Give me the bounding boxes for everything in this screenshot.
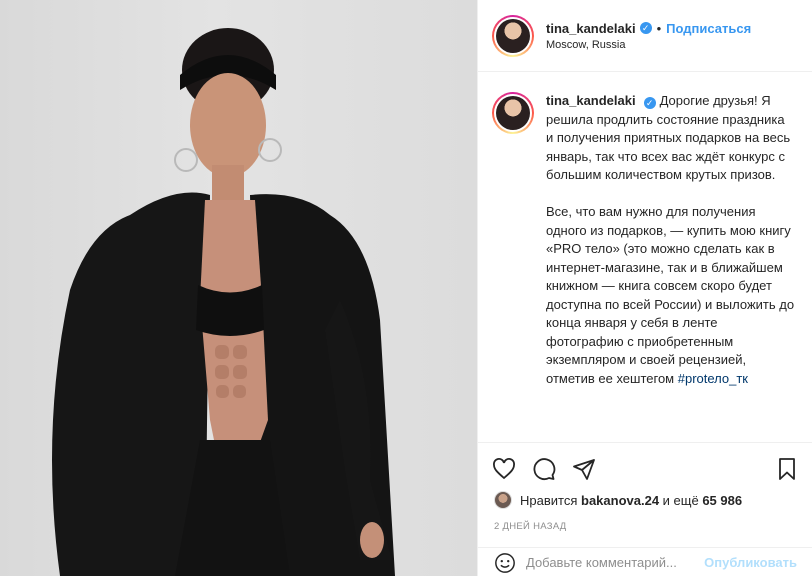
comment-icon[interactable] (532, 457, 556, 481)
post-panel: tina_kandelaki ✓ • Подписаться Moscow, R… (477, 0, 812, 576)
caption-area: tina_kandelaki ✓ Дорогие друзья! Я решила … (478, 72, 812, 442)
caption-body: Дорогие друзья! Я решила продлить состоя… (546, 93, 795, 386)
bookmark-icon[interactable] (775, 457, 799, 481)
story-ring[interactable] (492, 14, 534, 57)
likes-summary: Нравится bakanova.24 и ещё 65 986 (494, 491, 742, 509)
post-photo[interactable] (0, 0, 477, 576)
location-link[interactable]: Moscow, Russia (546, 39, 751, 51)
actions-section: Нравится bakanova.24 и ещё 65 986 2 ДНЕЙ… (478, 442, 812, 573)
post-timestamp[interactable]: 2 ДНЕЙ НАЗАД (494, 521, 567, 532)
emoji-icon[interactable] (494, 552, 516, 574)
separator-dot: • (656, 20, 662, 36)
verified-badge-icon: ✓ (639, 22, 652, 34)
username-link[interactable]: tina_kandelaki (546, 21, 636, 36)
publish-button[interactable]: Опубликовать (704, 555, 797, 570)
likes-count-link[interactable]: 65 986 (702, 493, 742, 508)
post-header: tina_kandelaki ✓ • Подписаться Moscow, R… (478, 0, 812, 72)
share-icon[interactable] (572, 457, 596, 481)
liker-avatar[interactable] (494, 491, 512, 509)
heart-icon[interactable] (492, 457, 516, 481)
caption-verified-badge-icon: ✓ (643, 97, 656, 110)
photo-illustration (52, 28, 395, 576)
comment-box: Опубликовать (478, 547, 812, 576)
liker-username-link[interactable]: bakanova.24 (581, 493, 659, 508)
hashtag-link[interactable]: #protело_тк (678, 371, 748, 386)
likes-middle: и ещё (662, 492, 699, 508)
caption-username-link[interactable]: tina_kandelaki (546, 93, 636, 108)
likes-prefix: Нравится (520, 492, 578, 508)
caption-text: tina_kandelaki ✓ Дорогие друзья! Я решила … (546, 92, 795, 442)
comment-input[interactable] (526, 555, 726, 570)
caption-story-ring[interactable] (492, 92, 534, 134)
avatar[interactable] (496, 18, 530, 53)
follow-button[interactable]: Подписаться (666, 21, 751, 36)
caption-avatar[interactable] (496, 96, 530, 130)
